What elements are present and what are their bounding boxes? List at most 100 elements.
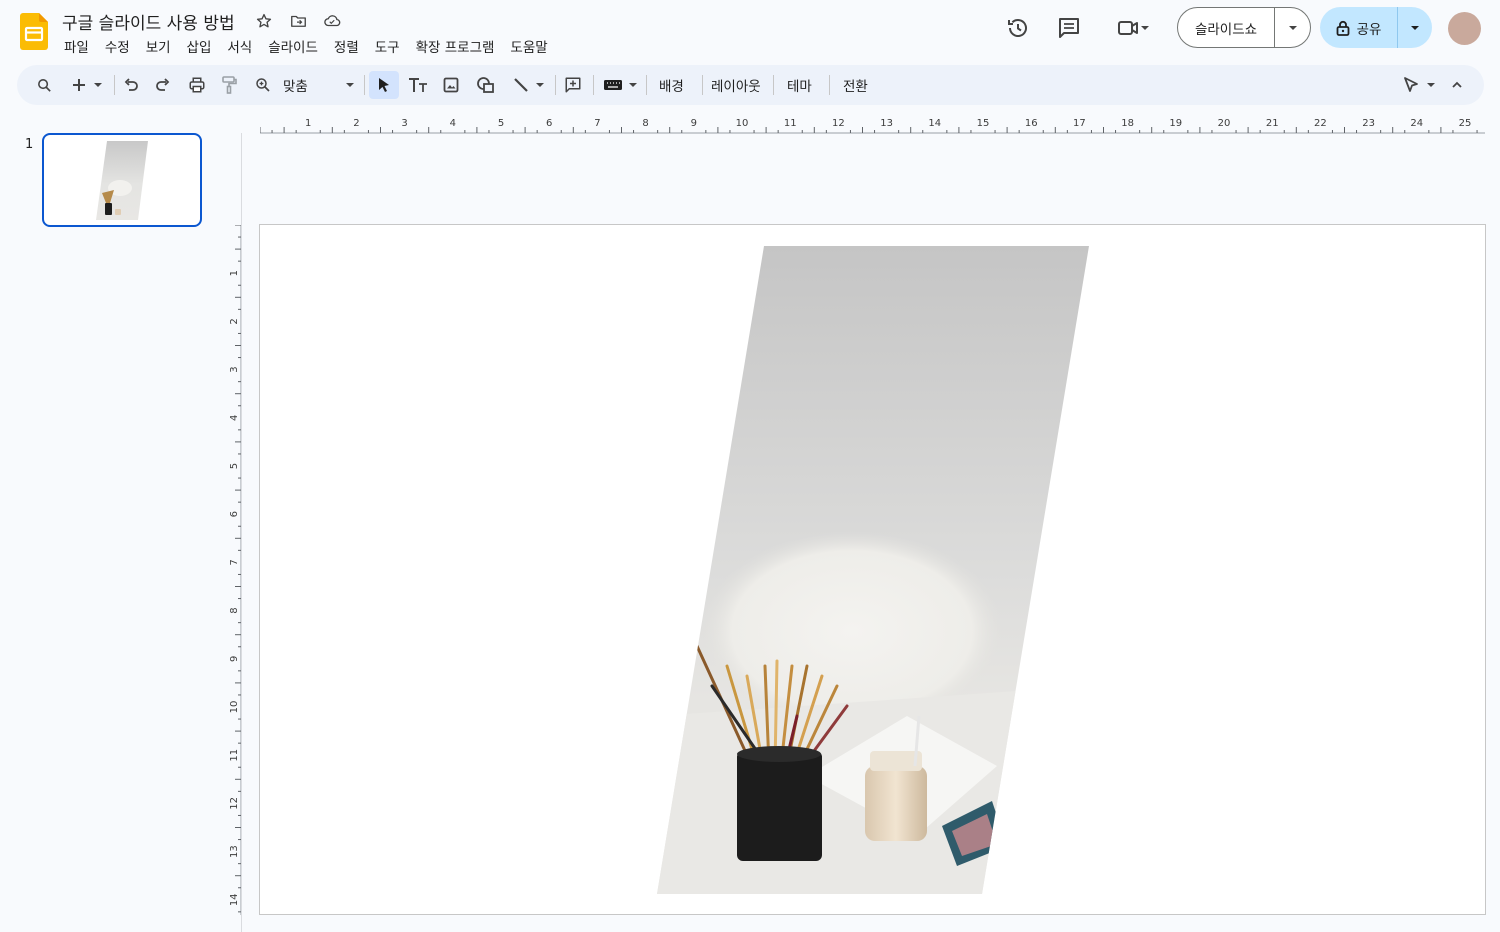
ruler-label: 3 [229, 366, 240, 372]
chevron-down-icon [535, 83, 544, 87]
parallelogram-photo[interactable] [657, 246, 1089, 894]
ruler-label: 10 [736, 118, 749, 129]
ruler-label: 8 [229, 607, 240, 613]
ruler-label: 21 [1266, 118, 1279, 129]
slideshow-label[interactable]: 슬라이드쇼 [1178, 8, 1275, 47]
editing-mode-button[interactable] [1399, 71, 1439, 99]
text-box-icon[interactable] [405, 71, 431, 99]
ruler-label: 4 [450, 118, 456, 129]
ruler-label: 1 [229, 270, 240, 276]
add-comment-icon[interactable] [560, 71, 586, 99]
ruler-label: 13 [229, 845, 240, 858]
menu-help[interactable]: 도움말 [502, 34, 555, 58]
menu-edit[interactable]: 수정 [97, 34, 138, 58]
ruler-label: 14 [229, 893, 240, 906]
ruler-label: 8 [642, 118, 648, 129]
share-main[interactable]: 공유 [1320, 7, 1398, 48]
chevron-down-icon [1141, 26, 1149, 30]
zoom-value: 맞춤 [283, 79, 308, 95]
pointer-mode-icon [1404, 77, 1418, 92]
transition-button[interactable]: 전환 [839, 71, 872, 99]
cloud-saved-icon[interactable] [322, 11, 342, 31]
ruler-label: 2 [353, 118, 359, 129]
slides-logo[interactable] [20, 13, 48, 50]
toolbar-divider [829, 75, 830, 95]
ruler-label: 4 [229, 415, 240, 421]
toolbar-divider [702, 75, 703, 95]
select-tool-button[interactable] [369, 71, 399, 99]
share-button[interactable]: 공유 [1320, 7, 1432, 48]
vertical-ruler-ticks: 1234567891011121314 [229, 224, 242, 915]
star-icon[interactable] [254, 11, 274, 31]
toolbar-divider [773, 75, 774, 95]
chevron-down-icon [1411, 25, 1419, 30]
ruler-label: 12 [229, 797, 240, 810]
account-avatar[interactable] [1448, 12, 1481, 45]
meet-button[interactable] [1110, 13, 1156, 43]
filmstrip-divider [241, 133, 242, 932]
chevron-down-icon [346, 83, 354, 87]
collapse-menus-icon[interactable] [1445, 71, 1469, 99]
menu-extensions[interactable]: 확장 프로그램 [408, 34, 503, 58]
ruler-label: 9 [691, 118, 697, 129]
menu-view[interactable]: 보기 [138, 34, 179, 58]
insert-image-icon[interactable] [438, 71, 464, 99]
zoom-select[interactable]: 맞춤 [279, 71, 359, 99]
horizontal-ruler-ticks: 1 2 3 4 5 6 7 8 9 10 11 12 13 14 15 16 17 18 19 20 21 22 23 24 2… [259, 118, 1485, 134]
share-label: 공유 [1356, 21, 1382, 38]
menu-insert[interactable]: 삽입 [179, 34, 220, 58]
theme-button[interactable]: 테마 [783, 71, 816, 99]
shape-icon[interactable] [472, 71, 500, 99]
toolbar-divider [114, 75, 115, 95]
menu-file[interactable]: 파일 [56, 34, 97, 58]
keyboard-icon [603, 80, 622, 90]
line-icon [513, 78, 528, 92]
toolbar-divider [646, 75, 647, 95]
ruler-label: 14 [928, 118, 941, 129]
ruler-label: 17 [1073, 118, 1086, 129]
ruler-label: 7 [229, 559, 240, 565]
search-menus-icon[interactable] [31, 71, 57, 99]
menu-format[interactable]: 서식 [219, 34, 260, 58]
ruler-label: 5 [229, 463, 240, 469]
paint-format-icon[interactable] [217, 71, 241, 99]
background-button[interactable]: 배경 [655, 71, 688, 99]
share-dropdown[interactable] [1398, 23, 1432, 33]
menu-arrange[interactable]: 정렬 [326, 34, 367, 58]
ruler-label: 24 [1410, 118, 1423, 129]
line-tool-button[interactable] [507, 71, 549, 99]
ruler-label: 7 [594, 118, 600, 129]
version-history-icon[interactable] [1001, 13, 1035, 43]
ruler-label: 10 [229, 701, 240, 714]
slide-canvas[interactable] [259, 224, 1486, 915]
undo-icon[interactable] [119, 71, 143, 99]
toolbar: 맞춤 배경 레이아웃 테마 전환 [17, 65, 1484, 105]
slideshow-dropdown[interactable] [1275, 23, 1310, 33]
move-folder-icon[interactable] [288, 11, 308, 31]
ruler-label: 16 [1025, 118, 1038, 129]
ruler-label: 9 [229, 656, 240, 662]
vertical-ruler[interactable]: 1 2 3 4 5 6 7 8 9 10 11 12 13 14 [222, 224, 242, 915]
ruler-label: 11 [229, 749, 240, 762]
input-tools-button[interactable] [599, 71, 641, 99]
horizontal-ruler[interactable]: 1 2 3 4 5 6 7 8 9 10 11 12 13 14 15 16 17 18 19 20 21 22 23 24 2… [259, 114, 1485, 134]
new-slide-button[interactable] [67, 71, 107, 99]
menu-slide[interactable]: 슬라이드 [260, 34, 326, 58]
slide-number: 1 [25, 137, 34, 152]
zoom-icon[interactable] [250, 71, 276, 99]
comments-icon[interactable] [1052, 13, 1086, 43]
doc-title[interactable]: 구글 슬라이드 사용 방법 [62, 9, 235, 34]
slideshow-button[interactable]: 슬라이드쇼 [1177, 7, 1311, 48]
cursor-arrow-icon [379, 78, 389, 92]
toolbar-divider [593, 75, 594, 95]
ruler-label: 11 [784, 118, 797, 129]
layout-button[interactable]: 레이아웃 [707, 71, 765, 99]
ruler-label: 6 [546, 118, 552, 129]
ruler-label: 5 [498, 118, 504, 129]
menu-tools[interactable]: 도구 [367, 34, 408, 58]
redo-icon[interactable] [151, 71, 175, 99]
slide-thumbnail[interactable] [42, 133, 202, 227]
print-icon[interactable] [184, 71, 210, 99]
toolbar-divider [555, 75, 556, 95]
chevron-down-icon [628, 83, 637, 87]
